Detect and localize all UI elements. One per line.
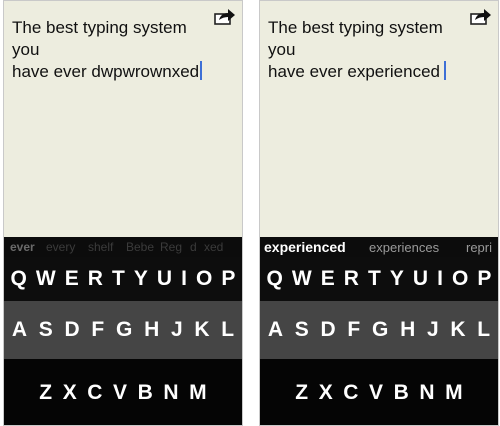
suggestion-item[interactable]: every bbox=[46, 240, 75, 254]
key-p[interactable]: P bbox=[477, 267, 491, 291]
key-c[interactable]: C bbox=[87, 381, 102, 405]
key-w[interactable]: W bbox=[292, 267, 312, 291]
key-g[interactable]: G bbox=[116, 318, 132, 342]
suggestion-item[interactable]: shelf bbox=[88, 240, 113, 254]
note-line-2: have ever dwpwrownxed bbox=[12, 62, 200, 81]
text-caret bbox=[444, 61, 447, 80]
key-b[interactable]: B bbox=[394, 381, 409, 405]
key-m[interactable]: M bbox=[445, 381, 463, 405]
key-i[interactable]: I bbox=[437, 267, 443, 291]
key-i[interactable]: I bbox=[181, 267, 187, 291]
key-c[interactable]: C bbox=[343, 381, 358, 405]
key-e[interactable]: E bbox=[321, 267, 335, 291]
key-u[interactable]: U bbox=[157, 267, 172, 291]
key-t[interactable]: T bbox=[112, 267, 125, 291]
key-z[interactable]: Z bbox=[39, 381, 52, 405]
suggestion-item[interactable]: xed bbox=[204, 240, 223, 254]
key-r[interactable]: R bbox=[344, 267, 359, 291]
keyboard-row-2[interactable]: A S D F G H J K L bbox=[4, 301, 242, 359]
suggestion-item[interactable]: ever bbox=[10, 240, 35, 254]
key-j[interactable]: J bbox=[427, 318, 439, 342]
note-area[interactable]: The best typing system you have ever dwp… bbox=[4, 1, 242, 237]
key-o[interactable]: O bbox=[196, 267, 212, 291]
note-area[interactable]: The best typing system you have ever exp… bbox=[260, 1, 498, 237]
right-screen: The best typing system you have ever exp… bbox=[259, 0, 499, 426]
key-v[interactable]: V bbox=[113, 381, 127, 405]
key-w[interactable]: W bbox=[36, 267, 56, 291]
suggestion-selected[interactable]: experienced bbox=[264, 239, 346, 255]
key-a[interactable]: A bbox=[12, 318, 27, 342]
key-o[interactable]: O bbox=[452, 267, 468, 291]
keyboard-row-3[interactable]: Z X C V B N M bbox=[260, 359, 498, 425]
key-s[interactable]: S bbox=[39, 318, 53, 342]
suggestion-item[interactable]: Bebe bbox=[126, 240, 154, 254]
key-b[interactable]: B bbox=[138, 381, 153, 405]
suggestion-item[interactable]: Reg bbox=[160, 240, 182, 254]
key-n[interactable]: N bbox=[163, 381, 178, 405]
left-screen: The best typing system you have ever dwp… bbox=[3, 0, 243, 426]
key-a[interactable]: A bbox=[268, 318, 283, 342]
suggestion-item[interactable]: repri bbox=[466, 240, 492, 255]
share-arrow-icon[interactable] bbox=[214, 7, 236, 25]
key-u[interactable]: U bbox=[413, 267, 428, 291]
key-d[interactable]: D bbox=[65, 318, 80, 342]
keyboard-row-1[interactable]: Q W E R T Y U I O P bbox=[4, 257, 242, 301]
key-z[interactable]: Z bbox=[295, 381, 308, 405]
note-line-1: The best typing system you bbox=[12, 18, 187, 59]
note-text[interactable]: The best typing system you have ever exp… bbox=[268, 17, 473, 83]
key-f[interactable]: F bbox=[347, 318, 360, 342]
key-l[interactable]: L bbox=[477, 318, 490, 342]
suggestion-item[interactable]: d bbox=[190, 240, 197, 254]
suggestion-bar: experienced experiences repri bbox=[260, 237, 498, 257]
share-arrow-icon[interactable] bbox=[470, 7, 492, 25]
key-t[interactable]: T bbox=[368, 267, 381, 291]
key-n[interactable]: N bbox=[419, 381, 434, 405]
note-line-2: have ever experienced bbox=[268, 62, 441, 81]
key-f[interactable]: F bbox=[91, 318, 104, 342]
key-v[interactable]: V bbox=[369, 381, 383, 405]
key-x[interactable]: X bbox=[319, 381, 333, 405]
key-x[interactable]: X bbox=[63, 381, 77, 405]
key-e[interactable]: E bbox=[65, 267, 79, 291]
key-q[interactable]: Q bbox=[11, 267, 27, 291]
key-r[interactable]: R bbox=[88, 267, 103, 291]
keyboard-row-3[interactable]: Z X C V B N M bbox=[4, 359, 242, 425]
key-j[interactable]: J bbox=[171, 318, 183, 342]
key-d[interactable]: D bbox=[321, 318, 336, 342]
key-l[interactable]: L bbox=[221, 318, 234, 342]
suggestion-bar: ever every shelf Bebe Reg d xed bbox=[4, 237, 242, 257]
keyboard-row-2[interactable]: A S D F G H J K L bbox=[260, 301, 498, 359]
note-text[interactable]: The best typing system you have ever dwp… bbox=[12, 17, 217, 83]
key-m[interactable]: M bbox=[189, 381, 207, 405]
key-y[interactable]: Y bbox=[134, 267, 148, 291]
key-k[interactable]: K bbox=[194, 318, 209, 342]
key-h[interactable]: H bbox=[400, 318, 415, 342]
text-caret bbox=[200, 61, 203, 80]
key-k[interactable]: K bbox=[450, 318, 465, 342]
key-g[interactable]: G bbox=[372, 318, 388, 342]
note-line-1: The best typing system you bbox=[268, 18, 443, 59]
key-q[interactable]: Q bbox=[267, 267, 283, 291]
suggestion-item[interactable]: experiences bbox=[369, 240, 439, 255]
key-h[interactable]: H bbox=[144, 318, 159, 342]
key-y[interactable]: Y bbox=[390, 267, 404, 291]
keyboard-row-1[interactable]: Q W E R T Y U I O P bbox=[260, 257, 498, 301]
key-p[interactable]: P bbox=[221, 267, 235, 291]
key-s[interactable]: S bbox=[295, 318, 309, 342]
